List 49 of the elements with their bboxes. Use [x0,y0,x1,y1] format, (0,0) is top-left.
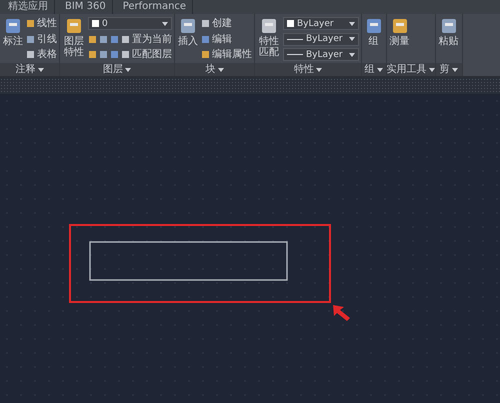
ribbon-tool-button[interactable]: 编辑属性 [201,48,252,61]
caret-icon [452,68,458,72]
linetype-dropdown[interactable]: ByLayer [283,32,359,46]
caret-icon [348,22,355,26]
line-sample-icon [287,53,303,56]
tool-icon [179,17,197,35]
line-sample-icon [287,38,303,40]
caret-icon [218,68,224,72]
panel-title: 组 [364,64,375,76]
panel-title: 剪 [440,64,450,76]
layer-dropdown[interactable]: 0 [88,17,172,30]
ribbon-tool-button[interactable]: 匹配图层 [88,48,172,61]
layer-dropdown[interactable]: ByLayer [283,17,359,30]
ribbon-tool-button[interactable]: 编辑 [201,32,252,46]
tool-icon [364,17,383,35]
panel-title: 特性 [294,64,314,76]
tool-icon [4,17,22,35]
tool-icon [440,17,458,35]
caret-icon [428,68,435,72]
arrow-icon [333,305,350,321]
ribbon-tool-button[interactable]: 线性 [26,17,57,30]
ribbon-tool-button[interactable]: 特性匹配 [257,17,281,58]
caret-icon [316,68,322,72]
caret-icon [348,52,355,56]
ribbon-tool-button[interactable]: 创建 [201,17,252,30]
ribbon-tool-button[interactable]: 置为当前 [88,32,172,46]
tool-icon [390,17,409,35]
caret-icon [125,68,131,72]
caret-icon [348,37,355,41]
ribbon-tool-button[interactable]: 图层特性 [62,17,86,58]
color-swatch-icon [287,20,294,27]
ribbon-tool-button[interactable]: 表格 [26,48,57,61]
panel-title: 注释 [16,64,36,76]
ribbon-tool-button[interactable]: 粘贴 [438,17,460,47]
caret-icon [376,68,383,72]
ribbon-tool-button[interactable]: 插入 [177,17,199,47]
panel-title: 块 [206,64,216,76]
color-swatch-icon [92,20,99,27]
ribbon-tool-button[interactable]: 引线 [26,32,57,46]
panel-title: 图层 [103,64,123,76]
panel-title: 实用工具 [386,64,427,76]
linetype-dropdown[interactable]: ByLayer [283,48,359,61]
ribbon-tool-button[interactable]: 标注 [2,17,24,47]
tool-icon [65,17,83,35]
caret-icon [38,68,44,72]
ribbon-tool-button[interactable]: 组 [364,17,384,47]
ribbon-tool-button[interactable]: 测量 [388,17,411,47]
tool-icon [260,17,278,35]
caret-icon [162,22,168,26]
